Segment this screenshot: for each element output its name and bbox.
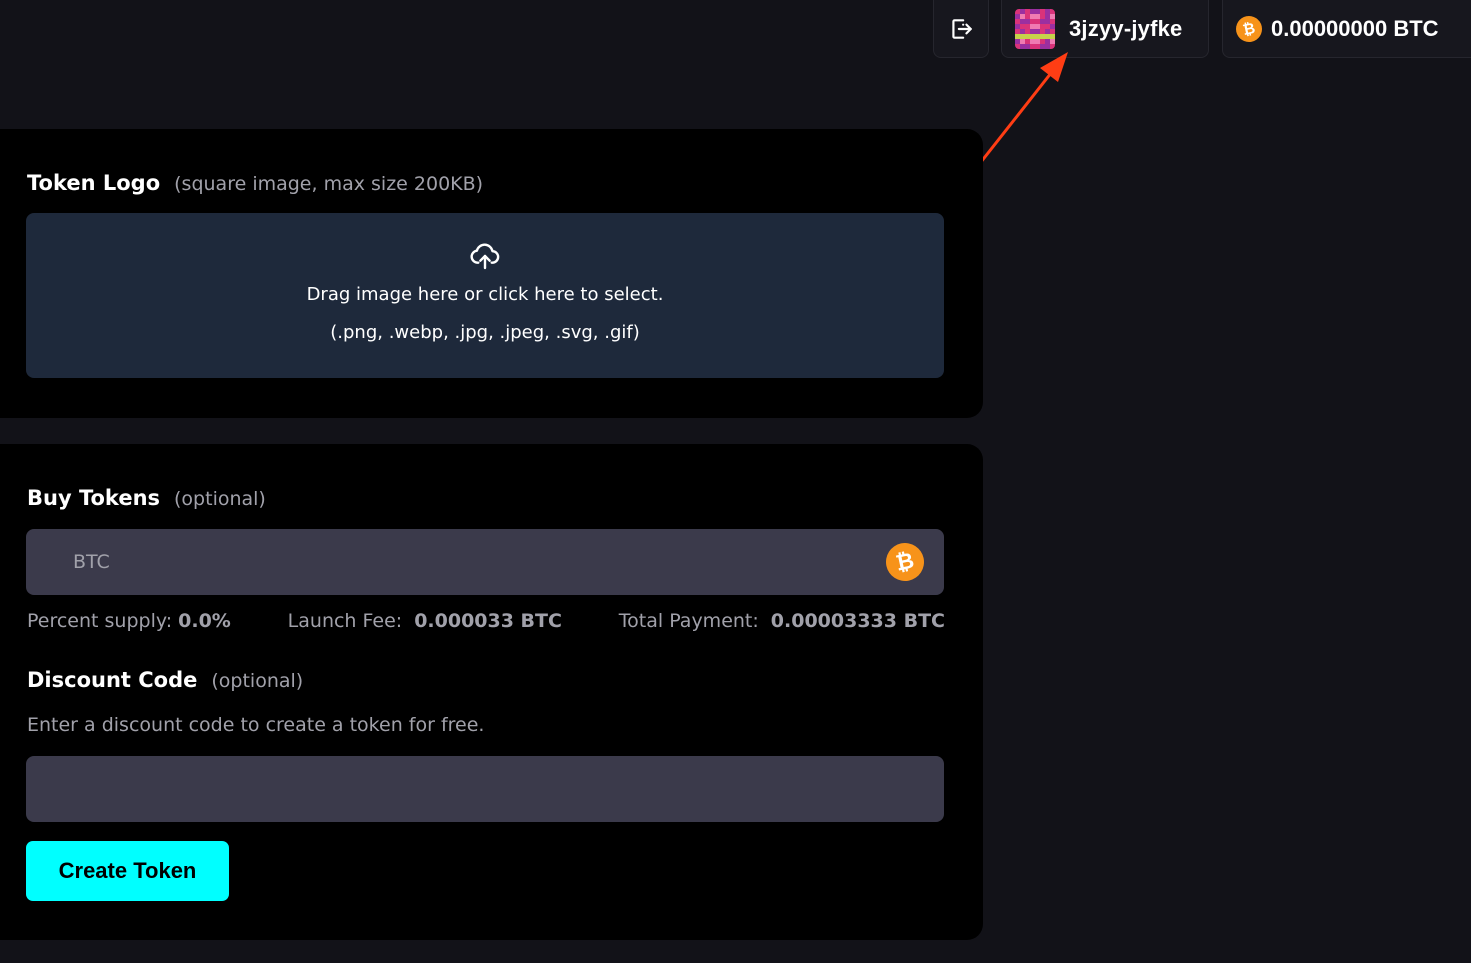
token-logo-title: Token Logo xyxy=(27,171,161,195)
buy-tokens-card: Buy Tokens (optional) ₿ Percent supply:0… xyxy=(0,444,983,940)
total-payment-label: Total Payment: xyxy=(618,610,759,632)
discount-hint: (optional) xyxy=(211,670,304,692)
buy-tokens-hint: (optional) xyxy=(174,488,266,510)
percent-supply-value: 0.0% xyxy=(178,610,231,632)
dropzone-instruction: Drag image here or click here to select. xyxy=(306,284,664,305)
buy-tokens-header: Buy Tokens (optional) xyxy=(27,486,266,510)
payment-summary: Percent supply: 0.0% Launch Fee: 0.000033 … xyxy=(27,610,945,632)
balance-display[interactable]: ₿ 0.00000000 BTC xyxy=(1222,0,1471,58)
discount-code-field[interactable] xyxy=(26,756,944,822)
token-logo-card: Token Logo (square image, max size 200KB… xyxy=(0,129,983,418)
discount-code-input[interactable] xyxy=(26,756,944,822)
user-name: 3jzyy-jyfke xyxy=(1069,15,1183,41)
cloud-upload-icon xyxy=(470,243,500,270)
launch-fee-stat: Launch Fee: 0.000033 BTC xyxy=(288,610,562,632)
dropzone-formats: (.png, .webp, .jpg, .jpeg, .svg, .gif) xyxy=(330,322,640,343)
btc-amount-field[interactable]: ₿ xyxy=(26,529,944,595)
image-dropzone[interactable]: Drag image here or click here to select.… xyxy=(26,213,944,378)
logout-icon xyxy=(952,18,972,39)
token-logo-header: Token Logo (square image, max size 200KB… xyxy=(27,171,483,195)
total-payment-value: 0.00003333 BTC xyxy=(770,610,945,632)
discount-header: Discount Code (optional) xyxy=(27,668,303,692)
launch-fee-label: Launch Fee: xyxy=(287,610,403,632)
launch-fee-value: 0.000033 BTC xyxy=(414,610,562,632)
token-logo-hint: (square image, max size 200KB) xyxy=(174,173,484,195)
create-token-button[interactable]: Create Token xyxy=(26,841,229,901)
discount-title: Discount Code xyxy=(27,668,198,692)
user-profile-button[interactable]: 3jzyy-jyfke xyxy=(1001,0,1209,58)
discount-description: Enter a discount code to create a token … xyxy=(27,714,485,736)
btc-amount-input[interactable] xyxy=(26,529,846,595)
percent-supply-stat: Percent supply: 0.0% xyxy=(27,610,231,632)
bitcoin-icon: ₿ xyxy=(882,539,928,585)
total-payment-stat: Total Payment: 0.00003333 BTC xyxy=(619,610,945,632)
balance-text: 0.00000000 BTC xyxy=(1271,15,1439,41)
percent-supply-label: Percent supply: xyxy=(27,610,173,632)
bitcoin-icon: ₿ xyxy=(1233,13,1265,44)
buy-tokens-title: Buy Tokens xyxy=(27,486,161,510)
avatar xyxy=(1015,8,1055,49)
page: 3jzyy-jyfke ₿ 0.00000000 BTC Token Logo … xyxy=(0,0,1471,963)
logout-button[interactable] xyxy=(933,0,989,58)
